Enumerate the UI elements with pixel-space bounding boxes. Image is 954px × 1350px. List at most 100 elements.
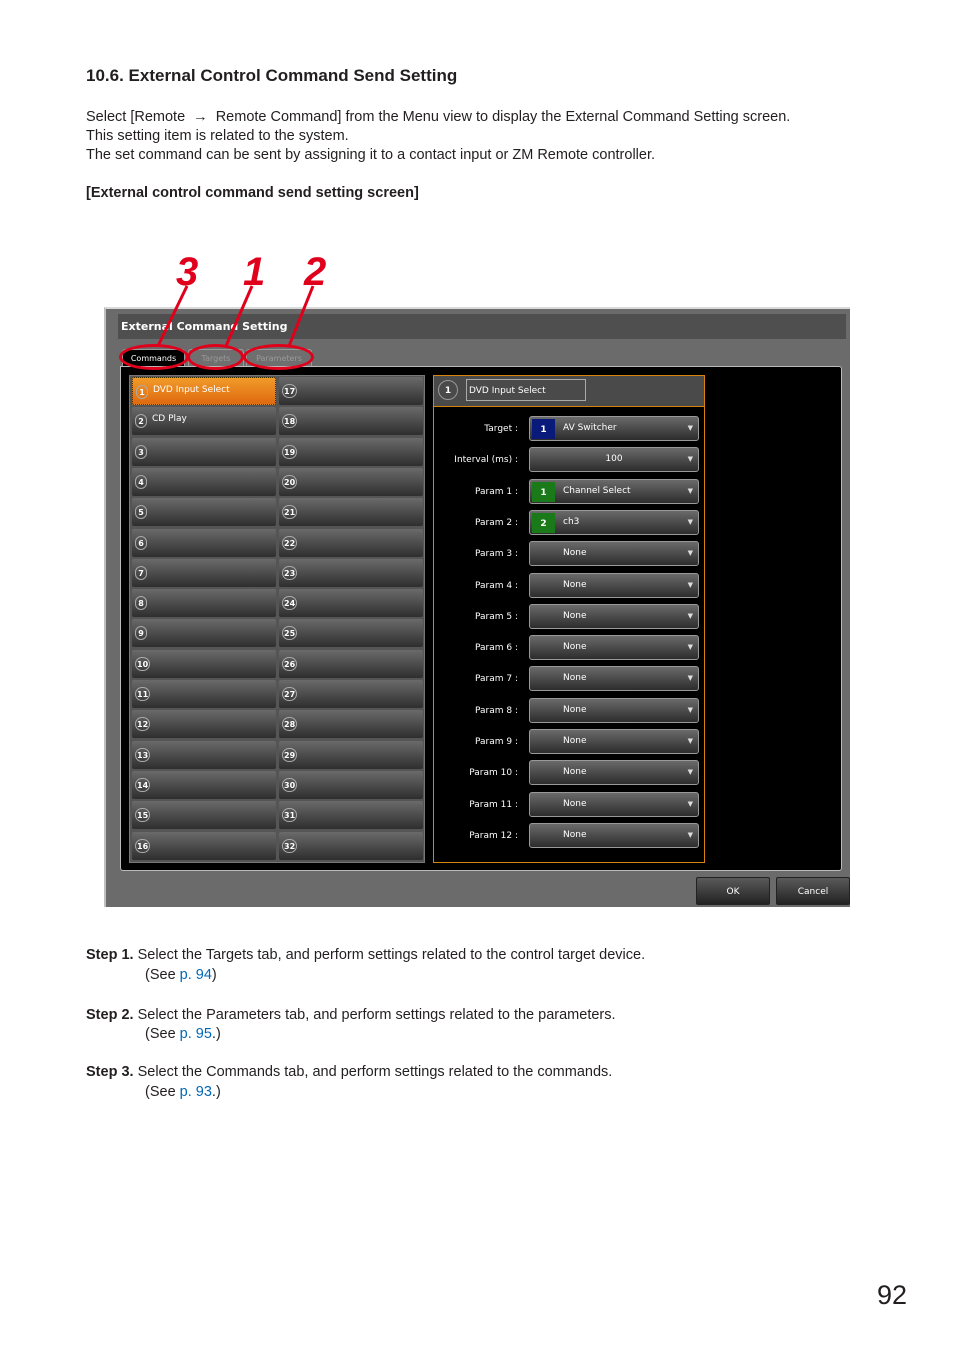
chevron-down-icon: ▼	[687, 674, 693, 683]
command-button-22[interactable]: 22	[279, 528, 423, 557]
command-button-26[interactable]: 26	[279, 649, 423, 678]
command-label: CD Play	[152, 414, 187, 425]
command-list: 1 DVD Input Select 2 CD Play 3 4 5 6 7 8 9 10 11 12 13…	[129, 375, 425, 863]
setting-dropdown[interactable]: 1 Channel Select ▼	[529, 478, 699, 504]
chevron-down-icon: ▼	[687, 737, 693, 745]
chevron-down-icon: ▼	[687, 580, 693, 589]
chevron-down-icon: ▼	[687, 830, 693, 839]
setting-dropdown[interactable]: None ▼	[529, 791, 699, 817]
command-button-12[interactable]: 12	[132, 710, 276, 739]
setting-dropdown[interactable]: 2 ch3 ▼	[529, 509, 699, 535]
command-button-15[interactable]: 15	[132, 801, 276, 830]
command-number-badge: 26	[282, 656, 298, 671]
step-label: Step 2.	[86, 1007, 134, 1023]
setting-dropdown[interactable]: None ▼	[529, 635, 699, 661]
setting-dropdown[interactable]: None ▼	[529, 760, 699, 786]
index-badge: 1	[532, 419, 555, 439]
setting-row: Param 9 : None ▼	[434, 729, 704, 755]
setting-row: Param 11 : None ▼	[434, 791, 704, 818]
setting-dropdown[interactable]: None ▼	[529, 729, 699, 754]
command-button-19[interactable]: 19	[279, 437, 423, 466]
command-button-18[interactable]: 18	[279, 407, 423, 436]
setting-dropdown[interactable]: None ▼	[529, 572, 699, 598]
dropdown-value: AV Switcher	[563, 423, 617, 433]
see-text: (See	[145, 1026, 180, 1042]
command-button-6[interactable]: 6	[132, 528, 276, 557]
index-badge: 2	[532, 512, 555, 533]
setting-label: Param 12 :	[469, 830, 518, 841]
setting-label: Target :	[484, 424, 518, 434]
chevron-down-icon: ▼	[687, 768, 693, 777]
step-2-see: (See p. 95.)	[145, 1024, 221, 1044]
command-button-14[interactable]: 14	[132, 770, 276, 799]
command-number-badge: 22	[282, 535, 298, 550]
chevron-down-icon: ▼	[687, 611, 693, 620]
setting-dropdown[interactable]: None ▼	[529, 541, 699, 567]
chevron-down-icon: ▼	[687, 799, 693, 808]
page-link[interactable]: p. 94	[180, 967, 212, 983]
callout-leader-lines	[156, 285, 315, 347]
command-button-2[interactable]: 2 CD Play	[132, 407, 276, 436]
step-text: Select the Commands tab, and perform set…	[137, 1064, 613, 1080]
setting-row: Param 1 : 1 Channel Select ▼	[434, 478, 704, 505]
command-button-32[interactable]: 32	[279, 831, 423, 860]
dropdown-value: None	[563, 829, 587, 840]
step-text: Select the Targets tab, and perform sett…	[137, 947, 646, 963]
command-number-badge: 32	[282, 838, 298, 853]
setting-dropdown[interactable]: 100 ▼	[529, 447, 699, 473]
command-button-4[interactable]: 4	[132, 467, 276, 496]
command-button-20[interactable]: 20	[279, 467, 423, 496]
command-button-7[interactable]: 7	[132, 558, 276, 587]
command-button-29[interactable]: 29	[279, 740, 423, 769]
command-button-25[interactable]: 25	[279, 619, 423, 648]
setting-dropdown[interactable]: 1 AV Switcher ▼	[529, 416, 699, 441]
command-button-27[interactable]: 27	[279, 680, 423, 708]
command-number-badge: 21	[282, 505, 298, 520]
setting-dropdown[interactable]: None ▼	[529, 697, 699, 723]
step-2: Step 2. Select the Parameters tab, and p…	[86, 1005, 616, 1025]
setting-label: Param 3 :	[474, 549, 518, 560]
command-button-23[interactable]: 23	[279, 558, 423, 587]
command-button-31[interactable]: 31	[279, 801, 423, 830]
command-button-21[interactable]: 21	[279, 498, 423, 527]
command-button-13[interactable]: 13	[132, 740, 276, 769]
step-3: Step 3. Select the Commands tab, and per…	[86, 1062, 612, 1082]
setting-row: Param 2 : 2 ch3 ▼	[434, 509, 704, 536]
step-label: Step 3.	[86, 1064, 134, 1080]
command-number-badge: 18	[282, 414, 298, 429]
setting-dropdown[interactable]: None ▼	[529, 666, 699, 692]
command-number-badge: 27	[282, 687, 298, 701]
command-button-9[interactable]: 9	[132, 619, 276, 648]
setting-row: Param 10 : None ▼	[434, 760, 704, 786]
setting-dropdown[interactable]: None ▼	[529, 603, 699, 629]
command-button-24[interactable]: 24	[279, 589, 423, 618]
command-button-8[interactable]: 8	[132, 589, 276, 618]
leader-line-3	[156, 285, 189, 347]
command-button-5[interactable]: 5	[132, 498, 276, 527]
leader-line-2	[287, 285, 315, 347]
page-link[interactable]: p. 95	[180, 1026, 212, 1042]
command-button-30[interactable]: 30	[279, 770, 423, 799]
command-detail-panel: 1 DVD Input Select Target :1 AV Switcher ▼…	[433, 375, 705, 863]
dropdown-value: Channel Select	[563, 485, 631, 496]
setting-label: Interval (ms) :	[454, 455, 518, 466]
page-link[interactable]: p. 93	[180, 1084, 212, 1100]
command-button-11[interactable]: 11	[132, 680, 276, 708]
cancel-button[interactable]: Cancel	[776, 877, 850, 905]
setting-row: Param 8 : None ▼	[434, 697, 704, 724]
setting-row: Param 6 : None ▼	[434, 635, 704, 661]
setting-label: Param 8 :	[474, 705, 518, 716]
command-number-badge: 31	[282, 808, 298, 823]
setting-row: Param 7 : None ▼	[434, 666, 704, 692]
command-number-badge: 28	[282, 717, 298, 732]
command-button-28[interactable]: 28	[279, 710, 423, 739]
command-number-badge: 3	[135, 444, 147, 459]
command-button-16[interactable]: 16	[132, 831, 276, 860]
command-button-3[interactable]: 3	[132, 437, 276, 466]
command-number-badge: 29	[282, 747, 298, 762]
command-button-10[interactable]: 10	[132, 649, 276, 678]
ok-button[interactable]: OK	[696, 877, 770, 905]
chevron-down-icon: ▼	[687, 705, 693, 714]
setting-dropdown[interactable]: None ▼	[529, 822, 699, 848]
command-number-badge: 15	[135, 808, 151, 823]
